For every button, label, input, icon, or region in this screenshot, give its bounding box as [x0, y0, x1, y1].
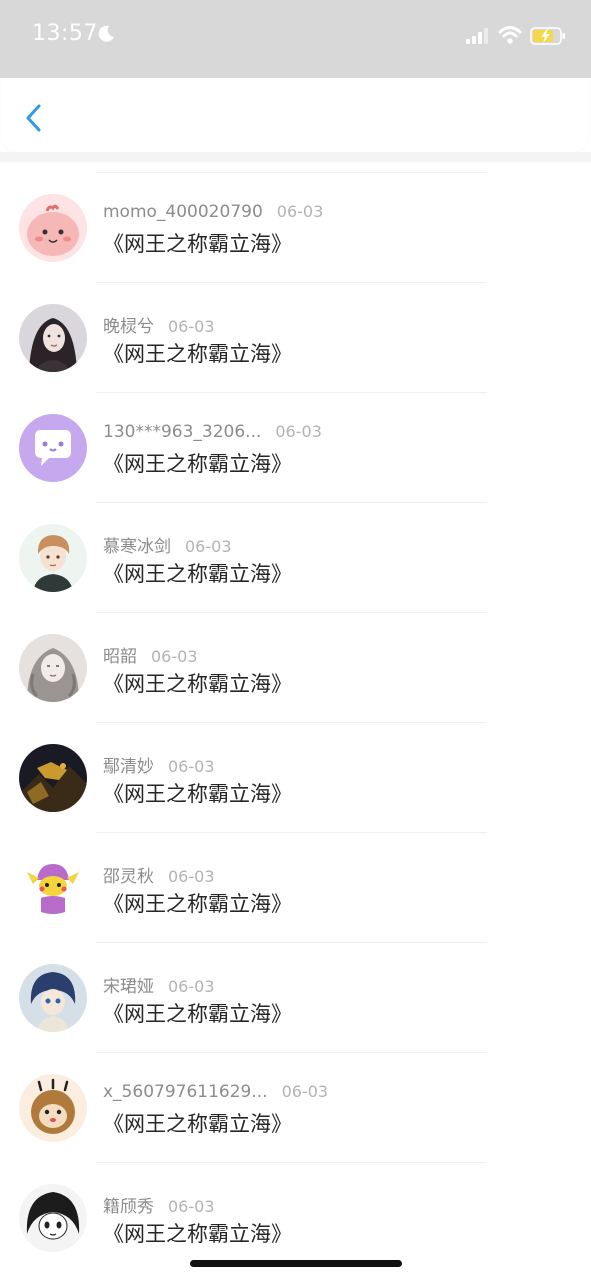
- book-title: 《网王之称霸立海》: [103, 452, 292, 476]
- home-indicator[interactable]: [190, 1260, 402, 1267]
- avatar[interactable]: [19, 854, 87, 922]
- avatar[interactable]: [19, 964, 87, 1032]
- list-item[interactable]: 鄢清妙 06-03 《网王之称霸立海》: [0, 712, 591, 822]
- list-item[interactable]: momo_400020790 06-03 《网王之称霸立海》: [0, 162, 591, 272]
- post-date: 06-03: [281, 1082, 329, 1101]
- divider: [96, 832, 487, 833]
- book-title: 《网王之称霸立海》: [103, 782, 292, 806]
- book-title: 《网王之称霸立海》: [103, 1222, 292, 1246]
- chevron-left-icon[interactable]: [22, 102, 46, 134]
- user-list: momo_400020790 06-03 《网王之称霸立海》 晚棂兮 06-03 《…: [0, 162, 591, 1262]
- moon-icon: [98, 25, 114, 42]
- section-gap: [0, 152, 591, 162]
- avatar[interactable]: [19, 524, 87, 592]
- post-date: 06-03: [185, 537, 232, 556]
- user-name: x_560797611629...: [103, 1082, 268, 1102]
- avatar[interactable]: [19, 634, 87, 702]
- book-title: 《网王之称霸立海》: [103, 1112, 292, 1136]
- post-date: 06-03: [168, 757, 215, 776]
- list-item[interactable]: 邵灵秋 06-03 《网王之称霸立海》: [0, 822, 591, 932]
- list-item[interactable]: 宋珺娅 06-03 《网王之称霸立海》: [0, 932, 591, 1042]
- book-title: 《网王之称霸立海》: [103, 672, 292, 696]
- user-name: 籍颀秀: [103, 1197, 154, 1217]
- post-date: 06-03: [275, 422, 322, 441]
- post-date: 06-03: [168, 1197, 215, 1216]
- post-date: 06-03: [276, 202, 324, 221]
- user-name: 晚棂兮: [103, 317, 154, 337]
- divider: [96, 282, 487, 283]
- avatar[interactable]: [19, 1184, 87, 1252]
- post-date: 06-03: [168, 977, 215, 996]
- post-date: 06-03: [168, 867, 215, 886]
- book-title: 《网王之称霸立海》: [103, 232, 292, 256]
- post-date: 06-03: [151, 647, 198, 666]
- post-date: 06-03: [168, 317, 215, 336]
- list-item[interactable]: 慕寒冰剑 06-03 《网王之称霸立海》: [0, 492, 591, 602]
- book-title: 《网王之称霸立海》: [103, 562, 292, 586]
- divider: [96, 942, 487, 943]
- user-name: 鄢清妙: [103, 757, 154, 777]
- divider: [96, 722, 487, 723]
- status-bar: 13:57: [0, 0, 591, 78]
- list-item[interactable]: 籍颀秀 06-03 《网王之称霸立海》: [0, 1152, 591, 1262]
- user-name: 130***963_3206...: [103, 422, 262, 442]
- avatar[interactable]: [19, 414, 87, 482]
- book-title: 《网王之称霸立海》: [103, 342, 292, 366]
- divider: [96, 392, 487, 393]
- divider: [96, 1162, 487, 1163]
- book-title: 《网王之称霸立海》: [103, 892, 292, 916]
- cellular-signal-icon: [466, 28, 488, 44]
- user-name: 邵灵秋: [103, 867, 154, 887]
- list-item[interactable]: 130***963_3206... 06-03 《网王之称霸立海》: [0, 382, 591, 492]
- list-item[interactable]: 晚棂兮 06-03 《网王之称霸立海》: [0, 272, 591, 382]
- user-name: 慕寒冰剑: [103, 537, 171, 557]
- battery-charging-icon: [530, 27, 565, 45]
- list-item[interactable]: x_560797611629... 06-03 《网王之称霸立海》: [0, 1042, 591, 1152]
- user-name: momo_400020790: [103, 202, 263, 222]
- divider: [96, 172, 487, 173]
- user-name: 昭韶: [103, 647, 137, 667]
- avatar[interactable]: [19, 194, 87, 262]
- book-title: 《网王之称霸立海》: [103, 1002, 292, 1026]
- divider: [96, 502, 487, 503]
- divider: [96, 612, 487, 613]
- avatar[interactable]: [19, 304, 87, 372]
- avatar[interactable]: [19, 744, 87, 812]
- list-item[interactable]: 昭韶 06-03 《网王之称霸立海》: [0, 602, 591, 712]
- avatar[interactable]: [19, 1074, 87, 1142]
- top-nav-bar: [2, 78, 589, 152]
- divider: [96, 1052, 487, 1053]
- user-name: 宋珺娅: [103, 977, 154, 997]
- wifi-icon: [498, 26, 522, 44]
- status-time: 13:57: [32, 21, 98, 46]
